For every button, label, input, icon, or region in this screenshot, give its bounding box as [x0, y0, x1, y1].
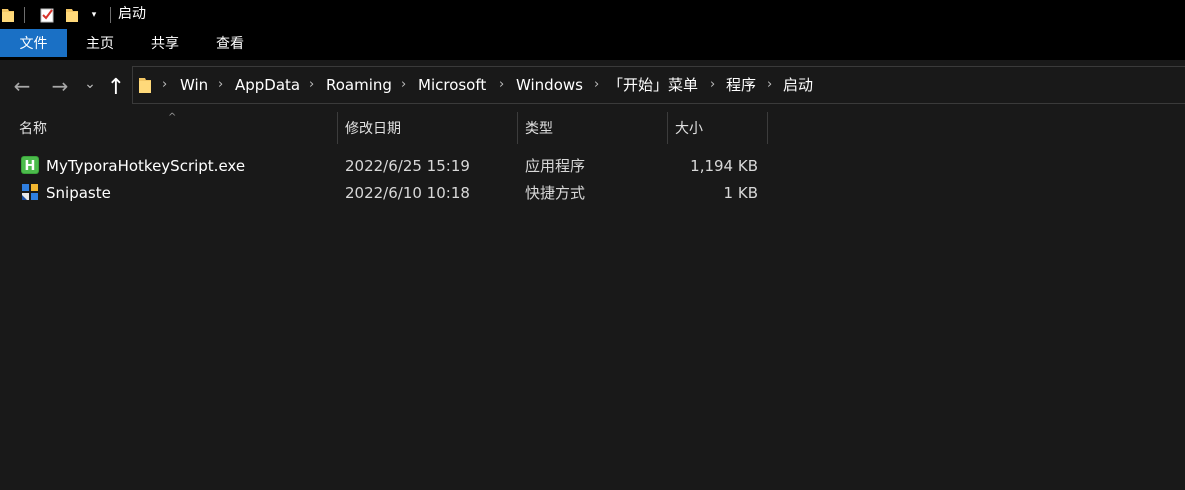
breadcrumb-microsoft[interactable]: Microsoft	[418, 75, 486, 95]
file-row[interactable]: Snipaste 2022/6/10 10:18 快捷方式 1 KB	[0, 180, 780, 207]
column-divider[interactable]	[667, 112, 668, 144]
file-name: Snipaste	[46, 184, 111, 202]
breadcrumb-roaming[interactable]: Roaming	[326, 75, 392, 95]
column-header-type[interactable]: 类型	[525, 120, 553, 138]
folder-icon	[138, 76, 152, 98]
ribbon: 文件 主页 共享 查看	[0, 29, 1185, 60]
breadcrumb-windows[interactable]: Windows	[516, 75, 583, 95]
column-divider[interactable]	[767, 112, 768, 144]
file-size: 1,194 KB	[690, 157, 758, 175]
chevron-right-icon[interactable]: ›	[401, 75, 406, 95]
chevron-right-icon[interactable]: ›	[309, 75, 314, 95]
recent-locations-chevron-icon[interactable]: ⌄	[82, 71, 98, 97]
breadcrumb-programs[interactable]: 程序	[726, 75, 756, 95]
file-type: 应用程序	[525, 157, 586, 175]
breadcrumb-win[interactable]: Win	[180, 75, 208, 95]
window-title: 启动	[118, 6, 146, 22]
customize-dropdown-icon[interactable]: ▾	[86, 0, 102, 29]
autohotkey-icon: H	[21, 156, 39, 174]
chevron-right-icon[interactable]: ›	[594, 75, 599, 95]
column-header-name[interactable]: 名称	[19, 120, 47, 138]
forward-arrow-icon[interactable]: →	[48, 73, 72, 99]
file-date: 2022/6/10 10:18	[345, 184, 470, 202]
chevron-right-icon[interactable]: ›	[710, 75, 715, 95]
address-bar[interactable]: › Win › AppData › Roaming › Microsoft › …	[132, 66, 1185, 104]
breadcrumb-startup[interactable]: 启动	[783, 75, 813, 95]
column-header-size[interactable]: 大小	[675, 120, 703, 138]
breadcrumb-start-menu[interactable]: 「开始」菜单	[608, 75, 698, 95]
chevron-right-icon[interactable]: ›	[162, 75, 167, 95]
file-row[interactable]: H MyTyporaHotkeyScript.exe 2022/6/25 15:…	[0, 153, 780, 180]
separator	[110, 7, 111, 23]
file-date: 2022/6/25 15:19	[345, 157, 470, 175]
chevron-right-icon[interactable]: ›	[767, 75, 772, 95]
chevron-right-icon[interactable]: ›	[218, 75, 223, 95]
tab-home[interactable]: 主页	[73, 29, 127, 57]
properties-icon[interactable]	[37, 0, 57, 29]
separator	[24, 7, 25, 23]
column-headers: 名称 修改日期 类型 大小	[0, 112, 1185, 144]
file-size: 1 KB	[723, 184, 758, 202]
up-arrow-icon[interactable]: ↑	[104, 73, 128, 101]
breadcrumb-appdata[interactable]: AppData	[235, 75, 300, 95]
svg-text:H: H	[25, 159, 36, 174]
navigation-bar: ← → ⌄ ↑ › Win › AppData › Roaming › Micr…	[0, 60, 1185, 112]
new-folder-icon[interactable]	[62, 0, 82, 29]
back-arrow-icon[interactable]: ←	[10, 73, 34, 99]
title-bar: ▾ 启动	[0, 0, 1185, 29]
file-name: MyTyporaHotkeyScript.exe	[46, 157, 246, 175]
chevron-right-icon[interactable]: ›	[499, 75, 504, 95]
column-divider[interactable]	[337, 112, 338, 144]
file-type: 快捷方式	[525, 184, 586, 202]
column-divider[interactable]	[517, 112, 518, 144]
snipaste-icon	[21, 183, 39, 201]
tab-file[interactable]: 文件	[0, 29, 67, 57]
tab-share[interactable]: 共享	[138, 29, 192, 57]
column-header-date[interactable]: 修改日期	[345, 120, 401, 138]
folder-icon	[0, 0, 16, 29]
tab-view[interactable]: 查看	[203, 29, 257, 57]
